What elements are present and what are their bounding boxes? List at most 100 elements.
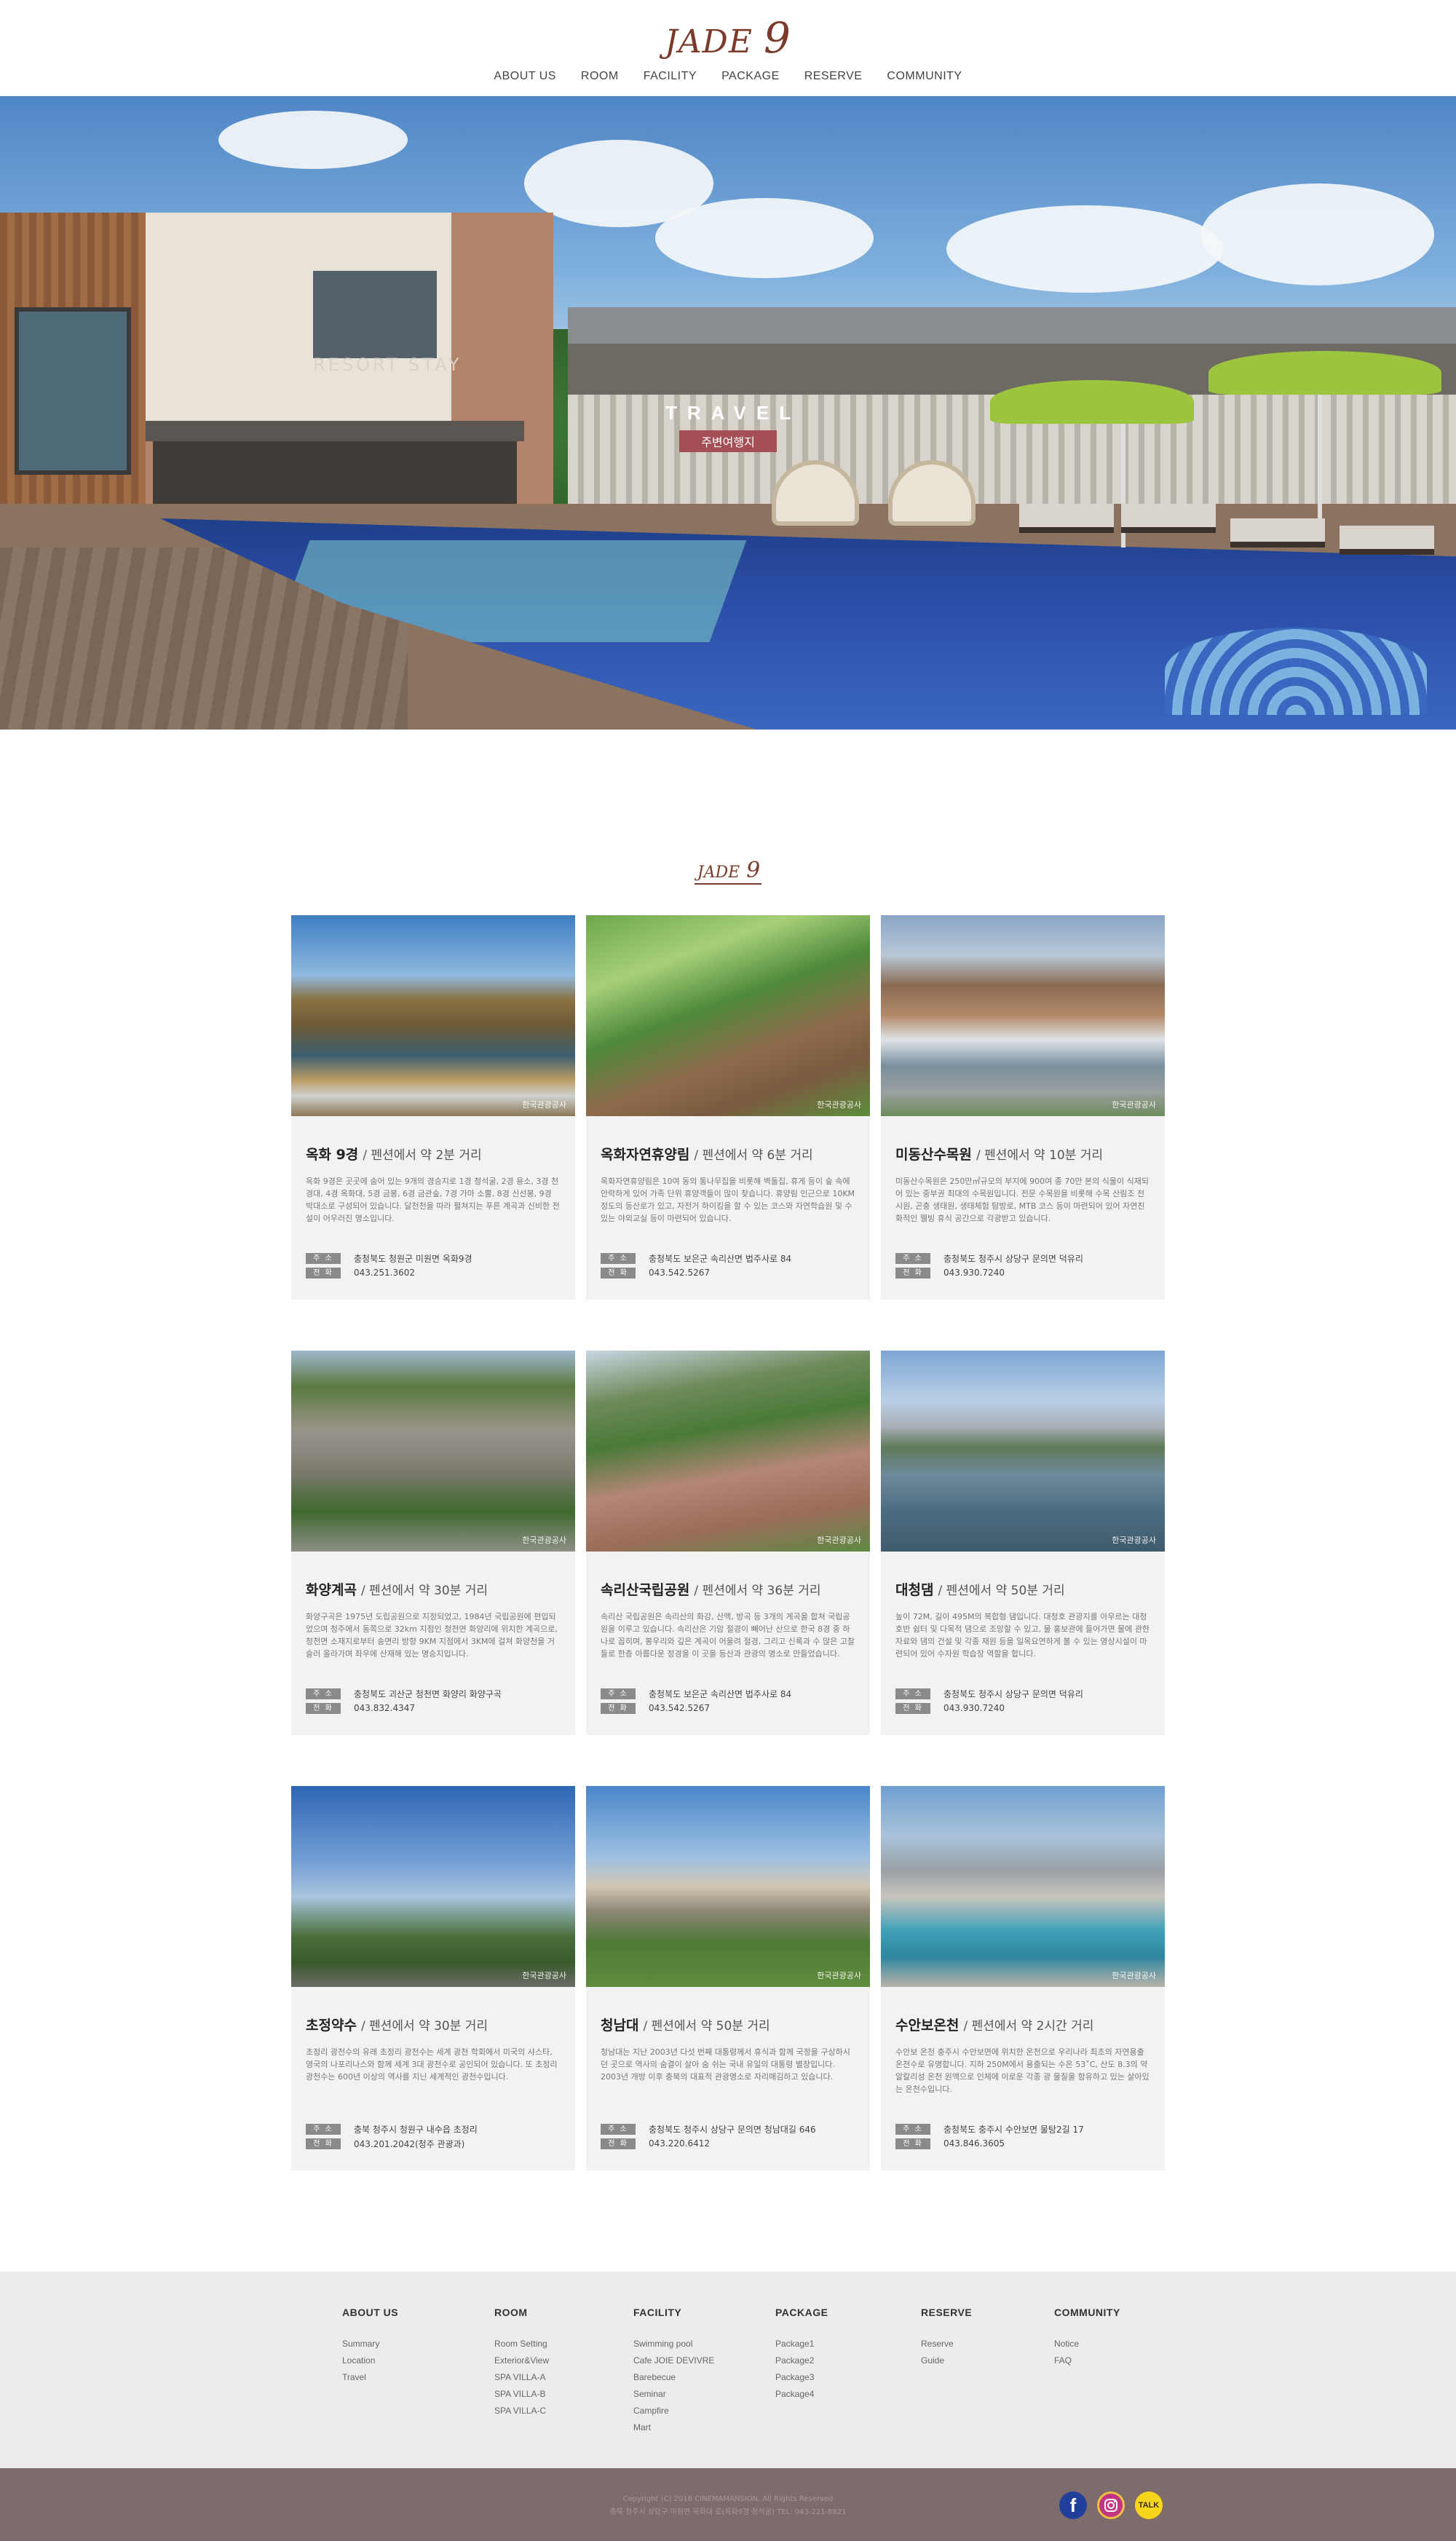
footer-link[interactable]: Package1 (775, 2336, 921, 2352)
main-nav: ABOUT US ROOM FACILITY PACKAGE RESERVE C… (0, 70, 1456, 83)
footer-link[interactable]: Swimming pool (633, 2336, 775, 2352)
footer-heading[interactable]: PACKAGE (775, 2307, 921, 2318)
nav-community[interactable]: COMMUNITY (887, 70, 962, 83)
footer-col-community: COMMUNITY Notice FAQ (1054, 2307, 1163, 2436)
footer-heading[interactable]: COMMUNITY (1054, 2307, 1163, 2318)
travel-card[interactable]: 한국관광공사 화양계곡 / 펜션에서 약 30분 거리 화양구곡은 1975년 … (291, 1351, 575, 1735)
footer-link[interactable]: FAQ (1054, 2352, 1163, 2369)
footer-link[interactable]: Mart (633, 2419, 775, 2436)
address-label: 주 소 (601, 2123, 636, 2135)
address-label: 주 소 (601, 1252, 636, 1264)
footer-link[interactable]: SPA VILLA-B (494, 2386, 633, 2403)
footer-link[interactable]: Travel (342, 2369, 494, 2386)
footer-link[interactable]: Campfire (633, 2403, 775, 2419)
footer-heading[interactable]: RESERVE (921, 2307, 1054, 2318)
travel-photo-okhwa9: 한국관광공사 (291, 915, 575, 1116)
travel-card-grid: 한국관광공사 옥화 9경 / 펜션에서 약 2분 거리 옥화 9경은 곳곳에 숨… (291, 915, 1165, 2170)
footer-link[interactable]: Barebecue (633, 2369, 775, 2386)
card-phone: 043.846.3605 (943, 2138, 1005, 2149)
footer-link[interactable]: Package3 (775, 2369, 921, 2386)
site-logo[interactable]: JADE 9 (0, 13, 1456, 63)
section-logo-text: JADE (695, 864, 742, 885)
card-title: 대청댐 (895, 1582, 934, 1598)
facebook-icon[interactable]: f (1059, 2491, 1087, 2519)
card-phone: 043.220.6412 (649, 2138, 710, 2149)
travel-card[interactable]: 한국관광공사 옥화자연휴양림 / 펜션에서 약 6분 거리 옥화자연휴양림은 1… (586, 915, 870, 1300)
card-address: 충청북도 청원군 미원면 옥화9경 (354, 1253, 472, 1264)
nav-about-us[interactable]: ABOUT US (494, 70, 556, 83)
travel-card[interactable]: 한국관광공사 대청댐 / 펜션에서 약 50분 거리 높이 72M, 길이 49… (881, 1351, 1165, 1735)
travel-card[interactable]: 한국관광공사 미동산수목원 / 펜션에서 약 10분 거리 미동산수목원은 25… (881, 915, 1165, 1300)
card-address: 충청북도 충주시 수안보면 물탕2길 17 (943, 2124, 1084, 2135)
footer-link[interactable]: Summary (342, 2336, 494, 2352)
copyright-text: Copyright (C) 2016 CINEMAMANSION. All Ri… (622, 2495, 834, 2503)
card-phone: 043.832.4347 (354, 1703, 415, 1713)
card-description: 수안보 온천 충주시 수안보면에 위치한 온천으로 우리나라 최초의 자연용출 … (895, 2047, 1150, 2094)
address-label: 주 소 (895, 2123, 930, 2135)
watermark: 한국관광공사 (522, 1100, 566, 1110)
travel-card[interactable]: 한국관광공사 속리산국립공원 / 펜션에서 약 36분 거리 속리산 국립공원은… (586, 1351, 870, 1735)
watermark: 한국관광공사 (522, 1971, 566, 1980)
travel-title-ko: 주변여행지 (679, 430, 777, 452)
phone-label: 전 화 (601, 2138, 636, 2149)
travel-card[interactable]: 한국관광공사 옥화 9경 / 펜션에서 약 2분 거리 옥화 9경은 곳곳에 숨… (291, 915, 575, 1300)
footer-heading[interactable]: FACILITY (633, 2307, 775, 2318)
travel-card[interactable]: 한국관광공사 청남대 / 펜션에서 약 50분 거리 청남대는 지난 2003년… (586, 1786, 870, 2170)
phone-label: 전 화 (601, 1702, 636, 1714)
footer-link[interactable]: Exterior&View (494, 2352, 633, 2369)
card-phone: 043.542.5267 (649, 1703, 710, 1713)
parasol (990, 380, 1194, 424)
travel-card[interactable]: 한국관광공사 초정약수 / 펜션에서 약 30분 거리 초정리 광천수의 유래 … (291, 1786, 575, 2170)
card-address: 충청북도 괴산군 청천면 화양리 화양구곡 (354, 1688, 502, 1699)
footer-link[interactable]: Seminar (633, 2386, 775, 2403)
footer-link[interactable]: Notice (1054, 2336, 1163, 2352)
card-distance: / 펜션에서 약 30분 거리 (360, 1584, 488, 1598)
watermark: 한국관광공사 (1112, 1100, 1156, 1110)
card-distance: / 펜션에서 약 50분 거리 (643, 2019, 770, 2034)
card-phone: 043.930.7240 (943, 1268, 1005, 1278)
travel-title-en: TRAVEL (665, 402, 802, 424)
footer-link[interactable]: Reserve (921, 2336, 1054, 2352)
card-description: 속리산 국립공원은 속리산의 화강, 산맥, 방곡 등 3개의 계곡을 합쳐 국… (601, 1612, 855, 1659)
footer-heading[interactable]: ROOM (494, 2307, 633, 2318)
footer-link[interactable]: Guide (921, 2352, 1054, 2369)
travel-photo-cheongnamdae: 한국관광공사 (586, 1786, 870, 1987)
logo-number: 9 (763, 13, 791, 63)
nav-facility[interactable]: FACILITY (644, 70, 697, 83)
footer-bottom-bar: Copyright (C) 2016 CINEMAMANSION. All Ri… (0, 2468, 1456, 2541)
footer-link[interactable]: Cafe JOIE DEVIVRE (633, 2352, 775, 2369)
footer-link[interactable]: Location (342, 2352, 494, 2369)
footer-link[interactable]: Package2 (775, 2352, 921, 2369)
card-title: 미동산수목원 (895, 1147, 972, 1163)
card-distance: / 펜션에서 약 30분 거리 (360, 2019, 488, 2034)
lounger (1230, 518, 1325, 548)
cloud (946, 205, 1223, 293)
footer-link[interactable]: SPA VILLA-A (494, 2369, 633, 2386)
footer-link[interactable]: Package4 (775, 2386, 921, 2403)
travel-photo-chojeong: 한국관광공사 (291, 1786, 575, 1987)
nav-package[interactable]: PACKAGE (721, 70, 780, 83)
instagram-icon[interactable] (1097, 2491, 1125, 2519)
footer-col-about-us: ABOUT US Summary Location Travel (342, 2307, 494, 2436)
lounger (1121, 504, 1216, 533)
card-title: 화양계곡 (306, 1582, 357, 1598)
travel-card[interactable]: 한국관광공사 수안보온천 / 펜션에서 약 2시간 거리 수안보 온천 충주시 … (881, 1786, 1165, 2170)
watermark: 한국관광공사 (522, 1536, 566, 1545)
footer-col-facility: FACILITY Swimming pool Cafe JOIE DEVIVRE… (633, 2307, 775, 2436)
card-address: 충청북도 청주시 상당구 문의면 덕유리 (943, 1253, 1083, 1264)
card-title: 청남대 (601, 2018, 639, 2034)
card-title: 옥화 9경 (306, 1147, 359, 1163)
footer-link[interactable]: SPA VILLA-C (494, 2403, 633, 2419)
nav-room[interactable]: ROOM (581, 70, 619, 83)
card-description: 화양구곡은 1975년 도립공원으로 지정되었고, 1984년 국립공원에 편입… (306, 1612, 558, 1659)
resort-stay-sign: RESORT STAY (313, 355, 462, 375)
kakaotalk-icon[interactable]: TALK (1135, 2491, 1163, 2519)
footer-heading[interactable]: ABOUT US (342, 2307, 494, 2318)
footer-link[interactable]: Room Setting (494, 2336, 633, 2352)
card-distance: / 펜션에서 약 10분 거리 (976, 1148, 1104, 1163)
watermark: 한국관광공사 (817, 1100, 861, 1110)
card-phone: 043.542.5267 (649, 1268, 710, 1278)
nav-reserve[interactable]: RESERVE (804, 70, 863, 83)
card-description: 초정리 광천수의 유래 초정리 광천수는 세계 광천 학회에서 미국의 샤스타,… (306, 2047, 558, 2082)
cloud (1201, 183, 1434, 285)
